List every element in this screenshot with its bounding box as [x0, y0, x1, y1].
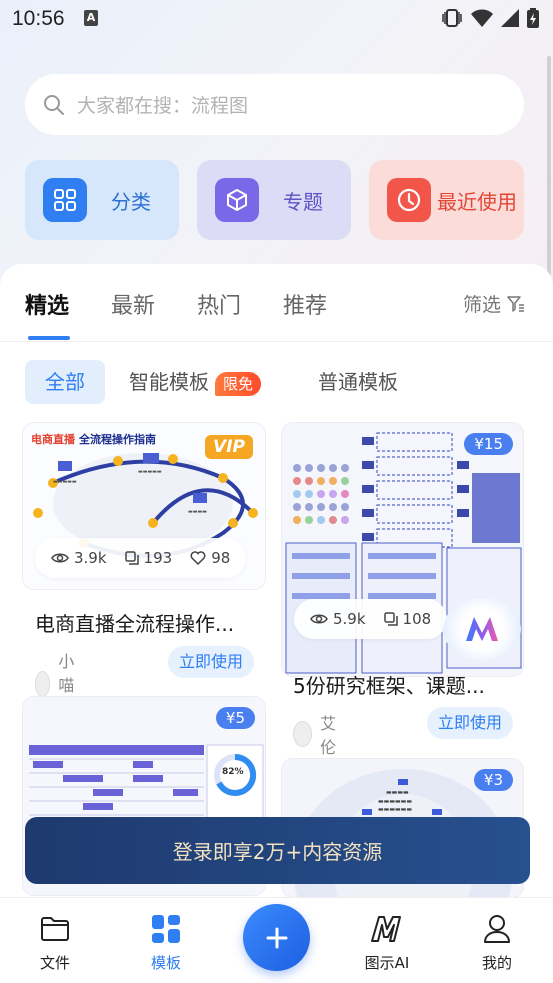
avatar: [35, 671, 51, 697]
plus-icon: [266, 927, 287, 948]
copies-count: 108: [402, 610, 432, 628]
user-icon: [462, 912, 532, 946]
ai-logo-icon: [466, 617, 498, 641]
subtab-smart-label: 智能模板: [129, 370, 209, 394]
nav-label: 模板: [150, 954, 181, 972]
filter-label: 筛选: [462, 294, 501, 316]
eye-icon: [51, 553, 69, 563]
vip-badge: VIP: [205, 435, 253, 459]
quick-action-label: 分类: [111, 189, 151, 214]
search-bar[interactable]: 大家都在搜：流程图: [25, 74, 524, 135]
copy-icon: [383, 612, 398, 626]
svg-text:▬▬▬▬▬▬: ▬▬▬▬▬▬: [378, 798, 412, 805]
nav-item-me[interactable]: 我的: [462, 912, 532, 973]
tab-latest[interactable]: 最新: [111, 288, 155, 320]
create-button[interactable]: [243, 904, 310, 971]
subtab-all[interactable]: 全部: [25, 360, 105, 404]
nav-item-ai[interactable]: 图示AI: [352, 912, 422, 973]
views-count: 3.9k: [74, 549, 107, 567]
folder-icon: [20, 912, 90, 946]
views-stat: 3.9k: [51, 549, 107, 567]
battery-icon: [527, 8, 539, 28]
card-title[interactable]: 5份研究框架、课题...: [293, 670, 508, 699]
search-icon: [44, 94, 64, 115]
grid-icon: [43, 178, 87, 222]
svg-text:▬▬▬▬: ▬▬▬▬: [188, 509, 207, 515]
wifi-icon: [471, 9, 493, 27]
nav-item-templates[interactable]: 模板: [131, 912, 201, 973]
card-thumbnail[interactable]: ▬▬▬▬▬ ▬▬▬▬▬ ▬▬▬▬ 电商直播 全流程操作指南 VIP 3.9k 193 …: [22, 422, 266, 590]
card-author[interactable]: 艾伦: [293, 710, 343, 758]
heart-icon: [190, 551, 206, 565]
tab-bar: 精选 最新 热门 推荐 筛选: [0, 264, 553, 342]
likes-count: 98: [211, 549, 231, 567]
quick-action-category[interactable]: 分类: [25, 160, 179, 240]
tab-featured[interactable]: 精选: [25, 288, 69, 320]
notification-icon: A: [84, 10, 98, 26]
eye-icon: [310, 614, 328, 624]
vibrate-icon: [442, 9, 462, 27]
ai-assistant-button[interactable]: [443, 598, 521, 660]
tab-recommended[interactable]: 推荐: [283, 288, 327, 320]
views-stat: 5.9k: [310, 610, 366, 628]
use-now-button[interactable]: 立即使用: [168, 646, 254, 678]
nav-label: 我的: [481, 954, 512, 972]
ai-logo-icon: [352, 912, 422, 946]
author-name: 艾伦: [320, 714, 337, 757]
card-stats: 3.9k 193 98: [35, 538, 247, 578]
clock-icon: [387, 178, 431, 222]
gauge-value: 82%: [222, 767, 244, 777]
views-count: 5.9k: [333, 610, 366, 628]
header-background: [0, 0, 553, 300]
svg-text:▬▬▬▬: ▬▬▬▬: [386, 789, 409, 796]
use-now-button[interactable]: 立即使用: [427, 707, 513, 739]
status-bar: 10:56 A: [0, 0, 553, 38]
svg-text:▬▬▬▬▬: ▬▬▬▬▬: [138, 469, 162, 475]
card-title[interactable]: 电商直播全流程操作...: [35, 608, 260, 637]
page-scrollbar[interactable]: [547, 56, 551, 276]
avatar: [293, 721, 313, 747]
price-badge: ¥3: [473, 769, 513, 791]
cube-icon: [215, 178, 259, 222]
signal-icon: [501, 9, 519, 27]
card-stats: 5.9k 108: [294, 599, 448, 639]
template-icon: [131, 912, 201, 946]
copies-count: 193: [143, 549, 173, 567]
login-promo-banner[interactable]: 登录即享2万+内容资源: [25, 817, 530, 884]
copies-stat: 108: [383, 610, 432, 628]
copy-icon: [124, 551, 139, 565]
thumb-heading: 电商直播 全流程操作指南: [31, 431, 156, 447]
status-time: 10:56: [12, 7, 65, 30]
subtab-normal[interactable]: 普通模板: [318, 360, 398, 404]
likes-stat: 98: [190, 549, 230, 567]
svg-text:▬▬▬▬▬: ▬▬▬▬▬: [53, 479, 77, 485]
filter-icon: [507, 295, 524, 312]
copies-stat: 193: [124, 549, 173, 567]
svg-text:▬▬▬▬▬▬: ▬▬▬▬▬▬: [378, 806, 412, 813]
filter-button[interactable]: 筛选: [463, 290, 525, 317]
quick-action-recent[interactable]: 最近使用: [369, 160, 524, 240]
quick-action-topic[interactable]: 专题: [197, 160, 351, 240]
price-badge: ¥15: [464, 433, 513, 455]
login-promo-text: 登录即享2万+内容资源: [172, 840, 383, 864]
price-badge: ¥5: [215, 707, 255, 729]
search-input[interactable]: 大家都在搜：流程图: [77, 91, 248, 118]
thumb-heading-text: 全流程操作指南: [79, 433, 156, 446]
tab-hot[interactable]: 热门: [197, 288, 241, 320]
limited-free-badge: 限免: [215, 371, 262, 396]
subtab-bar: 全部 智能模板 限免 普通模板: [0, 360, 553, 404]
nav-item-files[interactable]: 文件: [20, 912, 90, 973]
quick-action-label: 最近使用: [437, 189, 517, 214]
subtab-smart[interactable]: 智能模板 限免: [129, 360, 262, 404]
thumb-heading-highlight: 电商直播: [31, 433, 75, 446]
nav-label: 图示AI: [364, 954, 410, 972]
status-icons: [441, 8, 539, 28]
quick-action-label: 专题: [283, 189, 323, 214]
nav-label: 文件: [39, 954, 70, 972]
active-tab-indicator: [28, 336, 70, 340]
